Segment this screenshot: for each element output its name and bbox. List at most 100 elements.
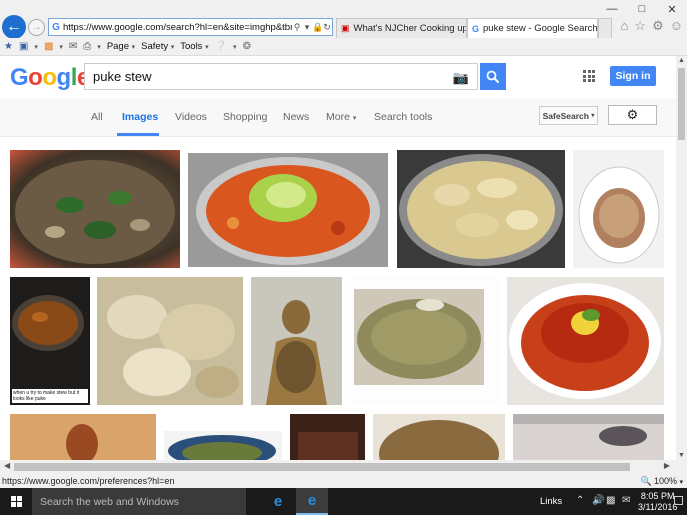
orange-soup-picture xyxy=(196,157,380,265)
tab-all[interactable]: All xyxy=(91,111,103,123)
tab-news[interactable]: News xyxy=(283,111,309,123)
taskbar: Search the web and Windows e e Links ⌃ 🔊… xyxy=(0,488,687,515)
smiley-icon[interactable]: ☺ xyxy=(670,18,683,34)
network-icon[interactable]: ▩ xyxy=(606,495,615,506)
message-icon[interactable]: ✉ xyxy=(622,495,630,506)
add-favorite-icon[interactable]: ★ xyxy=(4,41,13,52)
scroll-right-icon[interactable]: ▶ xyxy=(664,461,670,470)
google-header: Google 📷 Sign in xyxy=(0,56,676,98)
minimize-icon[interactable]: — xyxy=(597,0,627,18)
chevron-up-icon[interactable]: ⌃ xyxy=(576,495,584,506)
print-icon[interactable]: ⎙ xyxy=(83,41,91,52)
google-logo[interactable]: Google xyxy=(10,64,90,92)
search-icon[interactable]: ⚲ xyxy=(292,22,302,33)
feed-icon[interactable]: ▩ xyxy=(44,41,53,52)
new-tab-button[interactable] xyxy=(598,18,612,38)
green-soup-picture xyxy=(168,435,276,460)
links-toolbar[interactable]: Links xyxy=(540,496,562,507)
image-result[interactable] xyxy=(10,414,156,460)
window-controls: — □ ✕ xyxy=(597,0,687,18)
scroll-thumb[interactable] xyxy=(14,463,630,471)
scroll-thumb[interactable] xyxy=(678,68,685,140)
image-result[interactable] xyxy=(290,414,365,460)
chevron-down-icon[interactable]: ▾ xyxy=(233,43,237,51)
scroll-down-icon[interactable]: ▼ xyxy=(676,452,687,459)
back-button[interactable]: ← xyxy=(2,15,26,39)
extension-icon[interactable]: ❂ xyxy=(243,41,251,52)
maximize-icon[interactable]: □ xyxy=(627,0,657,18)
sign-in-button[interactable]: Sign in xyxy=(610,66,656,86)
gear-icon: ⚙ xyxy=(626,107,639,122)
search-input[interactable] xyxy=(93,69,443,84)
refresh-icon[interactable]: ↻ xyxy=(322,22,332,33)
tab-google-search[interactable]: G puke stew - Google Search ✕ xyxy=(467,18,598,38)
image-result[interactable] xyxy=(97,277,243,405)
search-box[interactable]: 📷 xyxy=(84,63,478,90)
creamy-stew-picture xyxy=(107,295,239,398)
system-clock[interactable]: 8:05 PM 3/11/2016 xyxy=(638,491,677,513)
zoom-control[interactable]: 🔍 100% ▾ xyxy=(641,476,683,487)
tools-menu[interactable]: Tools ▾ xyxy=(180,41,208,52)
scroll-left-icon[interactable]: ◀ xyxy=(4,461,10,470)
taskbar-search-box[interactable]: Search the web and Windows xyxy=(32,488,246,515)
image-result[interactable] xyxy=(397,150,565,268)
favorites-bar-icon[interactable]: ▣ xyxy=(19,41,28,52)
command-bar: ★ ▣ ▾ ▩ ▾ ✉ ⎙ ▾ Page ▾ Safety ▾ Tools ▾ … xyxy=(0,38,687,56)
clock-date: 3/11/2016 xyxy=(638,502,678,512)
volume-icon[interactable]: 🔊 xyxy=(592,495,604,506)
image-result[interactable] xyxy=(10,150,180,268)
tab-shopping[interactable]: Shopping xyxy=(223,111,267,123)
settings-button[interactable]: ⚙ xyxy=(608,105,657,125)
close-icon[interactable]: ✕ xyxy=(657,0,687,18)
favorites-icon[interactable]: ☆ xyxy=(634,18,646,34)
tomato-stew-picture xyxy=(509,283,661,399)
tab-more[interactable]: More ▾ xyxy=(326,111,356,123)
image-result[interactable] xyxy=(188,153,388,267)
chevron-down-icon[interactable]: ▾ xyxy=(97,43,101,51)
search-button[interactable] xyxy=(480,63,506,90)
apps-grid-icon[interactable] xyxy=(583,70,595,82)
gear-icon[interactable]: ⚙ xyxy=(652,18,664,34)
person-covered-picture xyxy=(266,300,327,405)
image-result[interactable] xyxy=(350,277,500,405)
search-tabs: All Images Videos Shopping News More ▾ S… xyxy=(0,98,676,137)
dropdown-icon[interactable]: ▾ xyxy=(302,22,312,33)
home-icon[interactable]: ⌂ xyxy=(621,18,629,34)
chevron-down-icon[interactable]: ▾ xyxy=(59,43,63,51)
logo-letter: o xyxy=(28,64,43,91)
image-result[interactable]: when u try to make stew but it looks lik… xyxy=(10,277,90,405)
tab-title: What's NJCher Cooking up N... xyxy=(353,23,467,34)
page-menu[interactable]: Page ▾ xyxy=(107,41,135,52)
tab-search-tools[interactable]: Search tools xyxy=(374,111,432,123)
tab-njcher[interactable]: ▣ What's NJCher Cooking up N... xyxy=(336,18,467,38)
help-icon[interactable]: ❔ xyxy=(215,41,227,52)
lock-icon[interactable]: 🔒 xyxy=(312,22,323,33)
logo-letter: o xyxy=(42,64,57,91)
forward-button[interactable]: → xyxy=(28,19,45,36)
tab-videos[interactable]: Videos xyxy=(175,111,207,123)
image-result[interactable] xyxy=(373,414,505,460)
safesearch-label: SafeSearch xyxy=(542,110,589,121)
image-result[interactable] xyxy=(573,150,664,268)
internet-explorer-icon[interactable]: e xyxy=(296,488,328,515)
safesearch-button[interactable]: SafeSearch ▾ xyxy=(539,106,598,125)
action-center-icon[interactable] xyxy=(674,496,683,505)
camera-icon[interactable]: 📷 xyxy=(453,70,469,86)
windows-logo-icon xyxy=(10,496,22,507)
chevron-down-icon[interactable]: ▾ xyxy=(34,43,38,51)
mail-icon[interactable]: ✉ xyxy=(69,41,77,52)
image-result[interactable] xyxy=(513,414,664,460)
image-result[interactable] xyxy=(164,431,282,460)
google-favicon-icon: G xyxy=(52,21,60,33)
address-url[interactable]: https://www.google.com/search?hl=en&site… xyxy=(63,22,292,33)
image-result[interactable] xyxy=(507,277,664,405)
safety-menu[interactable]: Safety ▾ xyxy=(141,41,174,52)
vertical-scrollbar[interactable]: ▲ ▼ xyxy=(676,56,687,460)
scroll-up-icon[interactable]: ▲ xyxy=(676,57,687,64)
edge-icon[interactable]: e xyxy=(262,488,294,515)
image-result[interactable] xyxy=(251,277,342,405)
horizontal-scrollbar[interactable]: ◀ ▶ xyxy=(0,460,676,474)
address-bar[interactable]: G https://www.google.com/search?hl=en&si… xyxy=(48,18,333,36)
tab-images[interactable]: Images xyxy=(122,111,158,123)
start-button[interactable] xyxy=(0,488,32,515)
